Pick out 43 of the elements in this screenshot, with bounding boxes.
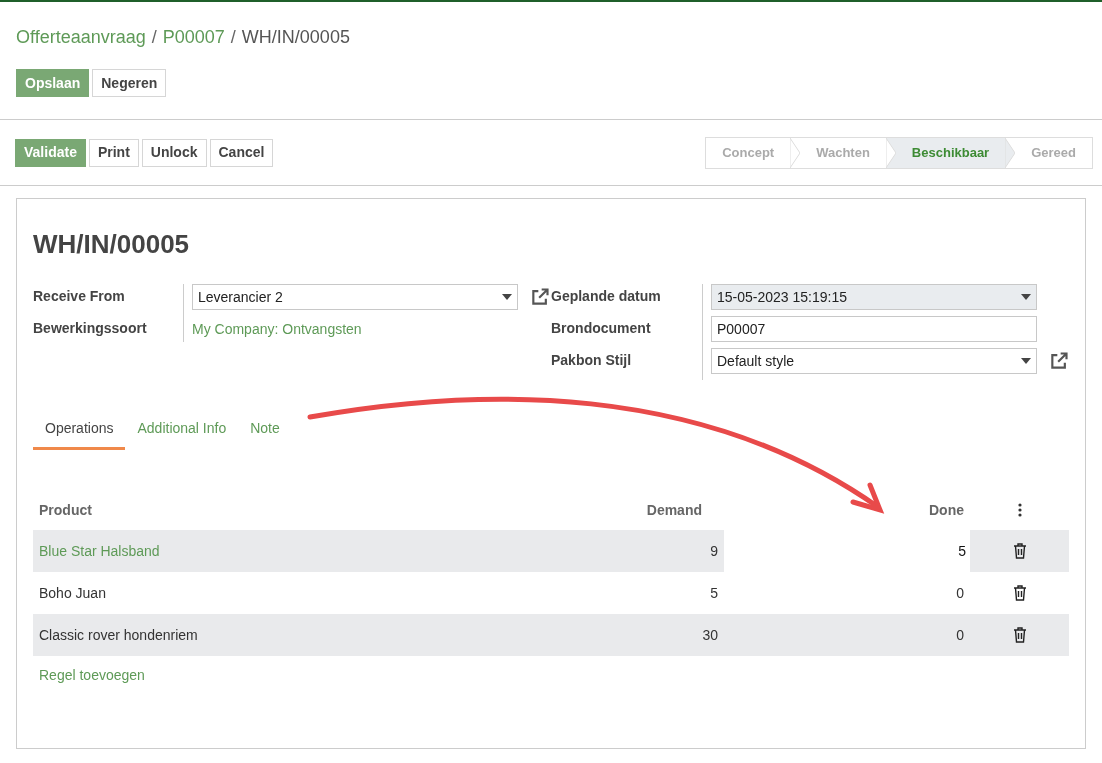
column-header[interactable]: Done: [724, 499, 970, 521]
field-label: Receive From: [33, 287, 126, 306]
field-label: Brondocument: [551, 319, 652, 338]
caret-icon: [1021, 294, 1031, 300]
column-header[interactable]: Product: [33, 499, 604, 521]
table-cell-text: Boho Juan: [38, 583, 107, 603]
tab[interactable]: Additional Info: [125, 418, 239, 450]
record-title: WH/IN/00005: [33, 228, 191, 261]
trash-icon[interactable]: [1012, 543, 1027, 559]
table-cell-text: 9: [709, 541, 719, 561]
select-field[interactable]: Default style: [711, 348, 1037, 374]
field-label: Geplande datum: [551, 287, 662, 306]
more-options-icon[interactable]: [1017, 503, 1022, 517]
secondary-button[interactable]: Cancel: [209, 138, 274, 167]
table-cell-text: Classic rover hondenriem: [38, 625, 199, 645]
external-link-icon[interactable]: [530, 287, 550, 307]
table-cell-text: 30: [701, 625, 719, 645]
breadcrumb-current: WH/IN/00005: [241, 26, 350, 49]
secondary-button[interactable]: Unlock: [141, 138, 207, 167]
input-field[interactable]: P00007: [711, 316, 1037, 342]
date-field[interactable]: 15-05-2023 15:19:15: [711, 284, 1037, 310]
field-label: Pakbon Stijl: [551, 351, 633, 370]
table-cell-text: 5: [709, 583, 719, 603]
add-line-link[interactable]: Regel toevoegen: [39, 665, 145, 686]
field-label: Bewerkingssoort: [33, 319, 148, 338]
breadcrumb-separator: /: [230, 26, 236, 49]
field-link[interactable]: My Company: Ontvangsten: [192, 316, 362, 342]
external-link-icon[interactable]: [1049, 351, 1069, 371]
caret-icon: [502, 294, 512, 300]
select-field[interactable]: Leverancier 2: [192, 284, 518, 310]
secondary-button[interactable]: Negeren: [92, 69, 167, 97]
secondary-button[interactable]: Print: [88, 138, 139, 167]
breadcrumb-link[interactable]: Offerteaanvraag: [16, 24, 146, 51]
table-cell-text: 0: [955, 583, 965, 603]
trash-icon[interactable]: [1012, 627, 1027, 643]
breadcrumb-link[interactable]: P00007: [162, 24, 225, 51]
table-cell-text: 0: [955, 625, 965, 645]
caret-icon: [1021, 358, 1031, 364]
tab[interactable]: Note: [238, 418, 292, 450]
column-header[interactable]: Demand: [604, 499, 724, 521]
tab[interactable]: Operations: [33, 418, 126, 450]
breadcrumb-separator: /: [151, 26, 157, 49]
trash-icon[interactable]: [1012, 585, 1027, 601]
